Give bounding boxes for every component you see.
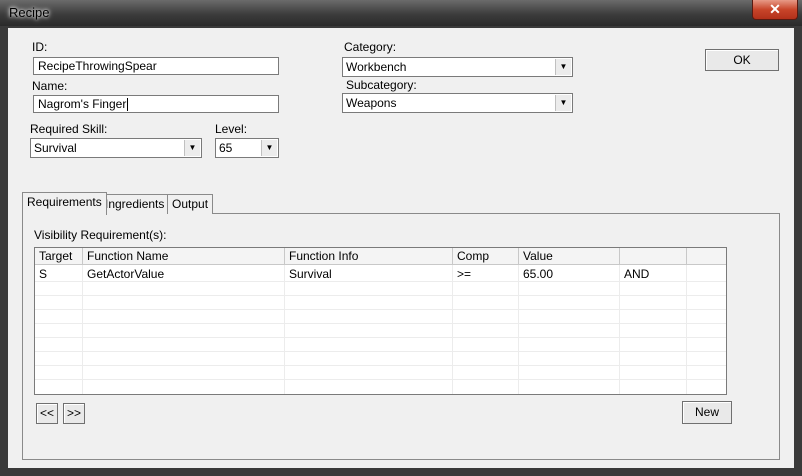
column-header-target[interactable]: Target — [35, 248, 83, 265]
subcategory-combo[interactable]: Weapons ▼ — [342, 93, 573, 113]
required-skill-label: Required Skill: — [30, 122, 108, 136]
subcategory-label: Subcategory: — [346, 78, 417, 92]
category-combo[interactable]: Workbench ▼ — [342, 57, 573, 77]
column-header-function-info[interactable]: Function Info — [285, 248, 453, 265]
tab-ingredients[interactable]: Ingredients — [100, 194, 170, 214]
column-header-value[interactable]: Value — [519, 248, 620, 265]
name-field[interactable]: Nagrom's Finger — [33, 95, 279, 113]
column-header-comp[interactable]: Comp — [453, 248, 519, 265]
chevron-down-icon[interactable]: ▼ — [261, 140, 277, 156]
text-caret — [127, 98, 129, 112]
cell-target: S — [39, 267, 48, 281]
cell-operator: AND — [624, 267, 650, 281]
required-skill-combo[interactable]: Survival ▼ — [30, 138, 202, 158]
recipe-window: Recipe ✕ ID: RecipeThrowingSpear Name: N… — [0, 0, 802, 476]
level-combo[interactable]: 65 ▼ — [215, 138, 279, 158]
dialog-body: ID: RecipeThrowingSpear Name: Nagrom's F… — [8, 28, 794, 468]
column-header-function-name[interactable]: Function Name — [83, 248, 285, 265]
cell-function-name: GetActorValue — [87, 267, 165, 281]
column-header-blank[interactable] — [620, 248, 687, 265]
category-label: Category: — [344, 40, 397, 54]
requirements-table[interactable]: Target Function Name Function Info Comp … — [34, 247, 727, 395]
category-value: Workbench — [346, 60, 407, 74]
close-button[interactable]: ✕ — [752, 0, 798, 20]
id-field[interactable]: RecipeThrowingSpear — [33, 57, 279, 75]
window-title: Recipe — [9, 5, 50, 20]
column-header-filler — [687, 248, 726, 265]
title-bar[interactable]: Recipe ✕ — [0, 0, 802, 26]
chevron-down-icon[interactable]: ▼ — [555, 59, 571, 75]
name-field-value: Nagrom's Finger — [38, 97, 127, 111]
name-label: Name: — [32, 79, 68, 93]
visibility-requirements-label: Visibility Requirement(s): — [34, 228, 167, 242]
level-label: Level: — [215, 122, 248, 136]
chevron-down-icon[interactable]: ▼ — [184, 140, 200, 156]
subcategory-value: Weapons — [346, 96, 397, 110]
level-value: 65 — [219, 141, 233, 155]
required-skill-value: Survival — [34, 141, 77, 155]
tab-output[interactable]: Output — [167, 194, 214, 214]
cell-function-info: Survival — [289, 267, 332, 281]
new-requirement-button[interactable]: New — [682, 401, 732, 424]
move-left-button[interactable]: << — [36, 403, 58, 424]
cell-comp: >= — [457, 267, 472, 281]
ok-button[interactable]: OK — [705, 49, 779, 71]
chevron-down-icon[interactable]: ▼ — [555, 95, 571, 111]
cell-value: 65.00 — [523, 267, 554, 281]
move-right-button[interactable]: >> — [63, 403, 85, 424]
id-label: ID: — [32, 40, 48, 54]
tab-requirements[interactable]: Requirements — [22, 192, 107, 215]
